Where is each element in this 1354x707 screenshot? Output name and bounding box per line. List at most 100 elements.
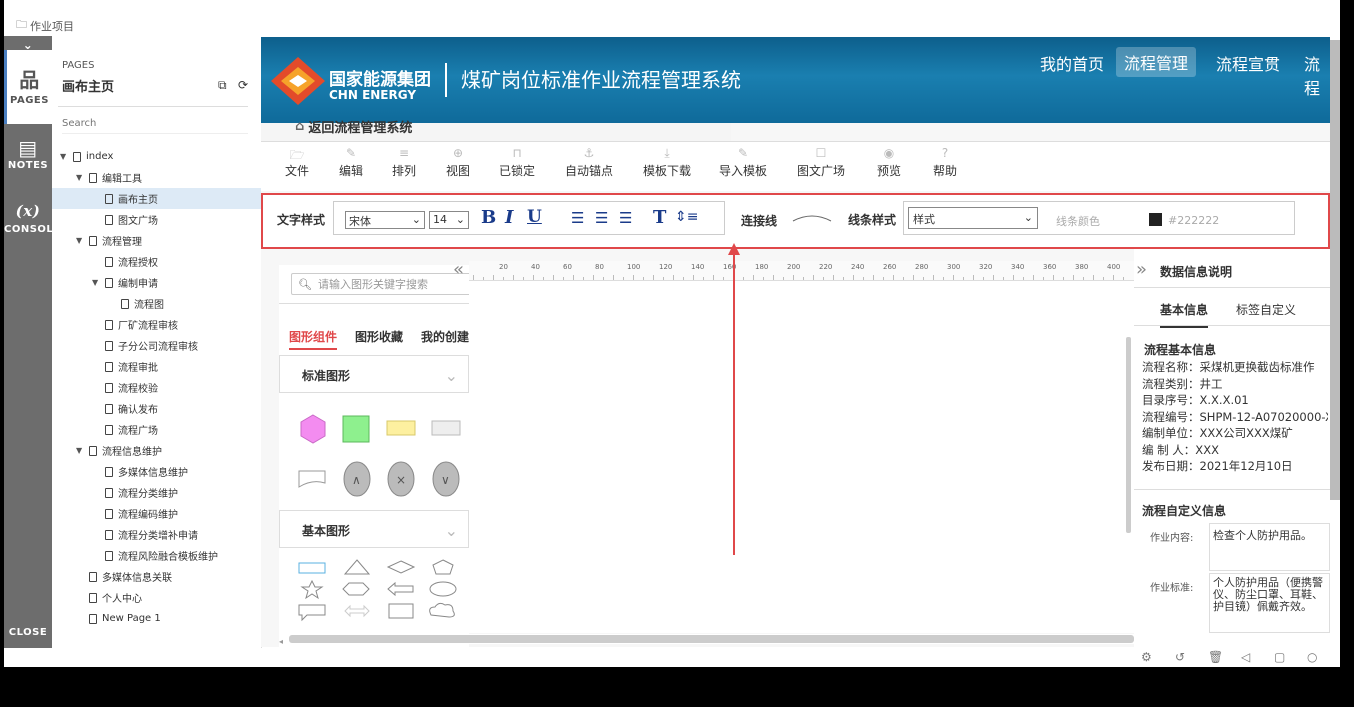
work-content-field[interactable]: 检查个人防护用品。	[1209, 523, 1330, 571]
tab-basic-info[interactable]: 基本信息	[1160, 301, 1209, 328]
page-icon	[89, 613, 97, 624]
align-center-icon[interactable]: ☰	[595, 209, 608, 227]
connector-line-icon[interactable]	[791, 213, 833, 223]
tab-shape-favorites[interactable]: 图形收藏	[355, 328, 403, 345]
sound-icon[interactable]: ◁	[1241, 650, 1250, 664]
delete-icon[interactable]: 🗑︎	[1208, 650, 1223, 664]
bold-button[interactable]: B	[481, 207, 496, 228]
ruler-label: 360	[1043, 263, 1057, 271]
file-button[interactable]: 🗁 文件	[285, 146, 309, 179]
auto-anchor-button[interactable]: ⚓ 自动锚点	[565, 146, 613, 179]
nav-process-management[interactable]: 流程管理	[1116, 47, 1197, 77]
window-vertical-scrollbar[interactable]	[1330, 40, 1340, 500]
tree-item[interactable]: 流程授权	[52, 251, 262, 272]
tab-shape-components[interactable]: 图形组件	[289, 328, 338, 350]
view-button[interactable]: ⊕ 视图	[446, 146, 470, 179]
arrange-button[interactable]: ≡ 排列	[392, 146, 416, 179]
template-download-button[interactable]: ⤓ 模板下载	[643, 146, 691, 179]
font-select[interactable]: 宋体 ⌄	[345, 211, 425, 229]
caret-down-icon[interactable]: ▼	[76, 173, 84, 182]
tree-item[interactable]: 多媒体信息维护	[52, 461, 262, 482]
tree-item[interactable]: 确认发布	[52, 398, 262, 419]
tree-item[interactable]: 厂矿流程审核	[52, 314, 262, 335]
tab-my-created[interactable]: 我的创建	[421, 328, 469, 345]
nav-home[interactable]: 我的首页	[1040, 51, 1104, 75]
tree-item[interactable]: 图文广场	[52, 209, 262, 230]
collapse-left-icon[interactable]: «	[453, 259, 464, 280]
history-icon[interactable]: ↺	[1175, 650, 1185, 664]
settings-icon[interactable]: ⚙	[1141, 650, 1152, 664]
window-icon[interactable]: ▢	[1274, 650, 1285, 664]
tree-item[interactable]: 个人中心	[52, 587, 262, 608]
underline-button[interactable]: U	[527, 207, 542, 227]
standard-shapes-gallery[interactable]: ∧ × ∨	[295, 413, 465, 503]
graphic-square-button[interactable]: ☐ 图文广场	[797, 146, 845, 179]
expand-right-icon[interactable]: »	[1136, 259, 1147, 280]
caret-down-icon[interactable]: ▼	[76, 446, 84, 455]
tree-item[interactable]: 流程分类增补申请	[52, 524, 262, 545]
tree-item[interactable]: 流程审批	[52, 356, 262, 377]
canvas-vertical-scrollbar[interactable]	[1126, 337, 1131, 533]
tree-item[interactable]: 多媒体信息关联	[52, 566, 262, 587]
toolbar-label: 帮助	[933, 164, 958, 178]
line-style-select[interactable]: 样式 ⌄	[908, 207, 1038, 229]
project-title[interactable]: 🗀 作业项目	[16, 16, 74, 35]
help-button[interactable]: ? 帮助	[933, 146, 957, 179]
color-value[interactable]: #222222	[1168, 214, 1219, 227]
canvas-horizontal-scrollbar[interactable]	[289, 635, 1134, 643]
font-size-select[interactable]: 14 ⌄	[429, 211, 469, 229]
edit-button[interactable]: ✎ 编辑	[339, 146, 363, 179]
tree-item[interactable]: 流程校验	[52, 377, 262, 398]
ruler-tick	[1103, 277, 1104, 280]
group-standard-shapes[interactable]: 标准图形 ⌄	[279, 355, 469, 393]
ruler-tick	[913, 275, 914, 280]
tree-item[interactable]: 子分公司流程审核	[52, 335, 262, 356]
ruler-tick	[1013, 275, 1014, 280]
nav-process-more[interactable]: 流程	[1304, 51, 1330, 99]
nav-process-publicity[interactable]: 流程宣贯	[1216, 51, 1280, 75]
tree-item[interactable]: ▼ 编辑工具	[52, 167, 262, 188]
tab-console[interactable]: (x) CONSOL	[4, 202, 53, 235]
caret-down-icon[interactable]: ▼	[76, 236, 84, 245]
caret-down-icon[interactable]: ▼	[60, 152, 68, 161]
tab-label-custom[interactable]: 标签自定义	[1236, 301, 1296, 318]
close-button[interactable]: CLOSE	[4, 627, 52, 638]
back-link[interactable]: ⌂ 返回流程管理系统	[295, 117, 412, 136]
import-template-button[interactable]: ✎ 导入模板	[719, 146, 767, 179]
drawing-canvas[interactable]	[469, 261, 1134, 633]
ruler-label: 60	[563, 263, 572, 271]
work-standard-field[interactable]: 个人防护用品（便携警仪、防尘口罩、耳鞋、护目镜）佩戴齐效。	[1209, 573, 1330, 633]
tree-item[interactable]: New Page 1	[52, 608, 262, 629]
tree-item[interactable]: ▼ 流程管理	[52, 230, 262, 251]
page-search-input[interactable]	[62, 114, 248, 134]
ruler-tick	[713, 275, 714, 280]
ruler-tick	[633, 275, 634, 280]
line-spacing-icon[interactable]: ⇕≡	[675, 209, 698, 225]
italic-button[interactable]: I	[505, 207, 513, 228]
preview-button[interactable]: ◉ 预览	[877, 146, 901, 179]
add-folder-icon[interactable]: ⟳	[238, 78, 248, 92]
text-format-icon[interactable]: T	[653, 207, 666, 228]
caret-down-icon[interactable]: ▼	[92, 278, 100, 287]
info-field: 流程类别：井工	[1142, 376, 1223, 391]
tree-item[interactable]: 流程图	[52, 293, 262, 314]
align-left-icon[interactable]: ☰	[571, 209, 584, 227]
align-right-icon[interactable]: ☰	[619, 209, 632, 227]
locked-button[interactable]: ⊓ 已锁定	[499, 146, 535, 179]
tree-item[interactable]: 流程风险融合模板维护	[52, 545, 262, 566]
tree-item[interactable]: 画布主页	[52, 188, 262, 209]
tree-item[interactable]: ▼ 流程信息维护	[52, 440, 262, 461]
color-swatch[interactable]	[1149, 213, 1162, 226]
tree-item[interactable]: 流程分类维护	[52, 482, 262, 503]
search-icon[interactable]: ○	[1307, 650, 1317, 664]
group-basic-shapes[interactable]: 基本图形 ⌄	[279, 510, 469, 548]
tree-item[interactable]: ▼ 编制申请	[52, 272, 262, 293]
tab-pages[interactable]: 品 PAGES	[4, 50, 52, 124]
shape-search-input[interactable]: 🔍︎ 请输入图形关键字搜索	[291, 273, 471, 295]
add-page-icon[interactable]: ⧉	[218, 78, 227, 93]
tree-item[interactable]: ▼ index	[52, 146, 262, 167]
tree-item[interactable]: 流程编码维护	[52, 503, 262, 524]
basic-shapes-gallery[interactable]	[295, 557, 465, 637]
tab-notes[interactable]: ▤ NOTES	[4, 136, 52, 171]
tree-item[interactable]: 流程广场	[52, 419, 262, 440]
